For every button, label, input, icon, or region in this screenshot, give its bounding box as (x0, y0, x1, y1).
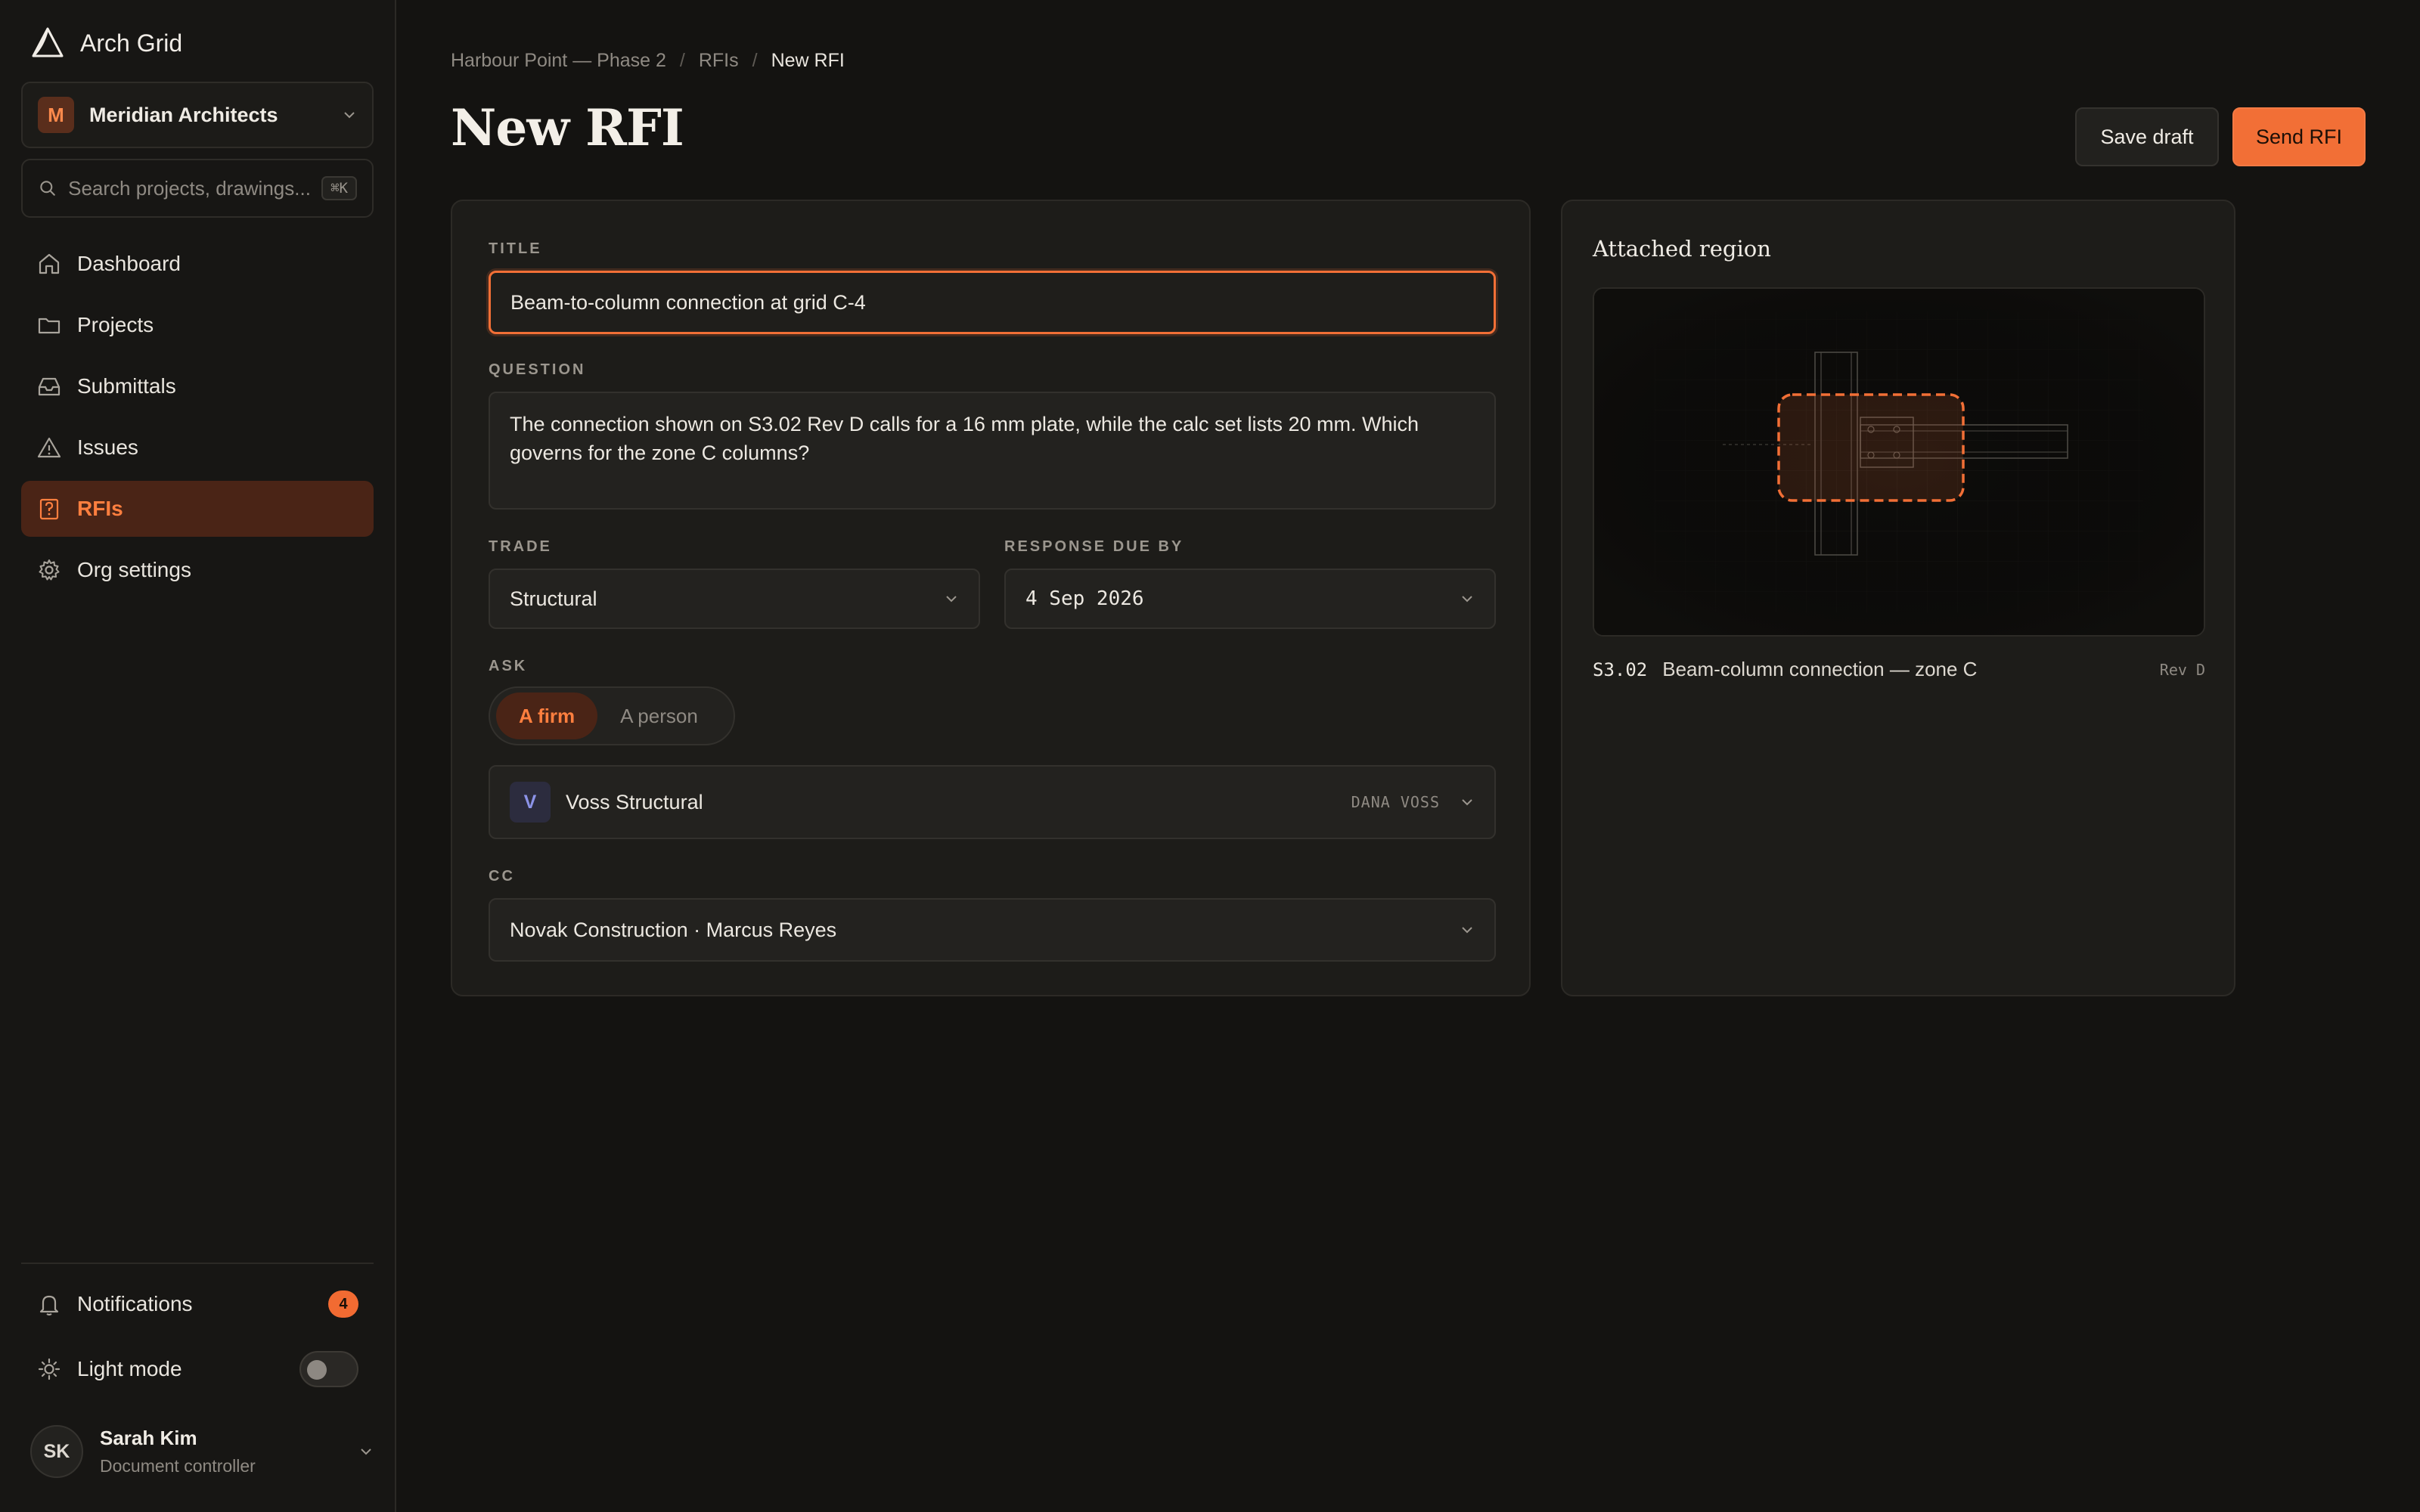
attachment-description: Beam-column connection — zone C (1662, 658, 1978, 680)
breadcrumb-rfis[interactable]: RFIs (699, 50, 739, 72)
user-info: Sarah Kim Document controller (100, 1427, 358, 1476)
bell-icon (39, 1295, 59, 1316)
chevron-down-icon (1462, 927, 1472, 934)
drawing-preview[interactable] (1593, 287, 2205, 637)
title-label: TITLE (489, 240, 542, 257)
chevron-down-icon (361, 1448, 371, 1455)
question-textarea[interactable]: The connection shown on S3.02 Rev D call… (489, 392, 1496, 510)
nav-item-projects[interactable]: Projects (21, 297, 374, 353)
title-value: Beam-to-column connection at grid C-4 (510, 290, 866, 314)
nav-label: Submittals (77, 374, 176, 398)
nav-item-dashboard[interactable]: Dashboard (21, 236, 374, 292)
save-draft-button[interactable]: Save draft (2075, 107, 2219, 166)
question-value: The connection shown on S3.02 Rev D call… (510, 413, 1419, 464)
breadcrumb-current: New RFI (771, 50, 845, 71)
nav-item-rfis[interactable]: RFIs (21, 481, 374, 537)
ask-option-firm[interactable]: A firm (496, 692, 598, 739)
nav-label: Projects (77, 313, 154, 336)
chevron-down-icon (1462, 799, 1472, 806)
trade-value: Structural (510, 587, 597, 610)
breadcrumb-separator: / (752, 50, 758, 71)
trade-label: TRADE (489, 538, 552, 555)
search-shortcut: ⌘K (321, 176, 357, 200)
main-nav: Dashboard Projects Submittals Issues RFI… (21, 236, 374, 603)
nav-item-issues[interactable]: Issues (21, 420, 374, 476)
chevron-down-icon (344, 112, 355, 119)
breadcrumb-separator: / (679, 50, 685, 71)
org-avatar: M (38, 97, 74, 133)
app-name: Arch Grid (80, 29, 183, 57)
inbox-icon (38, 377, 60, 396)
firm-avatar: V (510, 782, 551, 823)
search-box[interactable]: ⌘K (21, 159, 374, 218)
rfi-form-card: TITLE Beam-to-column connection at grid … (451, 200, 1531, 996)
arch-grid-logo-icon (32, 27, 64, 57)
avatar: SK (30, 1425, 83, 1478)
ask-label: ASK (489, 658, 528, 674)
title-input[interactable]: Beam-to-column connection at grid C-4 (489, 271, 1496, 334)
attached-region-title: Attached region (1593, 236, 1771, 262)
notifications-count-badge: 4 (328, 1290, 358, 1318)
user-role: Document controller (100, 1456, 256, 1476)
org-switcher[interactable]: M Meridian Architects (21, 82, 374, 148)
light-mode-item: Light mode (21, 1343, 374, 1396)
notifications-label: Notifications (77, 1292, 193, 1315)
ask-option-person[interactable]: A person (597, 692, 721, 739)
user-menu[interactable]: SK Sarah Kim Document controller (30, 1421, 374, 1482)
org-name: Meridian Architects (89, 103, 278, 126)
breadcrumb-project[interactable]: Harbour Point — Phase 2 (451, 50, 666, 72)
question-label: QUESTION (489, 361, 586, 378)
nav-label: Issues (77, 435, 138, 459)
ask-segmented-control: A firm A person (489, 686, 735, 745)
firm-select[interactable]: V Voss Structural DANA VOSS (489, 765, 1496, 839)
sidebar-divider (21, 1263, 374, 1264)
cc-label: CC (489, 868, 515, 885)
search-icon (40, 181, 55, 196)
brand[interactable]: Arch Grid (30, 24, 182, 62)
send-rfi-button[interactable]: Send RFI (2232, 107, 2366, 166)
sidebar: Arch Grid M Meridian Architects ⌘K Dashb… (0, 0, 396, 1512)
cc-select[interactable]: Novak Construction · Marcus Reyes (489, 898, 1496, 962)
page-title: New RFI (451, 98, 684, 157)
nav-item-submittals[interactable]: Submittals (21, 358, 374, 414)
user-name: Sarah Kim (100, 1427, 197, 1449)
notifications-item[interactable]: Notifications 4 (21, 1278, 374, 1331)
nav-item-org-settings[interactable]: Org settings (21, 542, 374, 598)
drawing-region-image (1594, 289, 2204, 635)
nav-label: RFIs (77, 497, 123, 520)
chevron-down-icon (1462, 596, 1472, 603)
firm-contact: DANA VOSS (1351, 793, 1440, 811)
nav-label: Org settings (77, 558, 191, 581)
chevron-down-icon (946, 596, 957, 603)
toggle-knob (307, 1360, 327, 1380)
search-input[interactable] (68, 176, 322, 200)
question-icon (39, 498, 59, 520)
due-date-value: 4 Sep 2026 (1025, 587, 1144, 610)
attachment-caption: S3.02 Beam-column connection — zone C Re… (1593, 658, 2205, 681)
due-date-select[interactable]: 4 Sep 2026 (1004, 569, 1496, 629)
light-mode-toggle[interactable] (299, 1351, 358, 1387)
revision-label: Rev D (2159, 660, 2205, 679)
gear-icon (39, 559, 60, 581)
cc-value: Novak Construction · Marcus Reyes (510, 918, 837, 941)
sun-icon (38, 1358, 60, 1380)
folder-icon (38, 318, 60, 334)
attached-region-card: Attached region S3.02 Beam-column connec… (1561, 200, 2235, 996)
warning-icon (37, 437, 61, 458)
breadcrumb: Harbour Point — Phase 2 / RFIs / New RFI (451, 50, 845, 72)
sheet-number: S3.02 (1593, 658, 1648, 680)
home-icon (39, 253, 60, 274)
firm-name: Voss Structural (566, 790, 703, 813)
light-mode-label: Light mode (77, 1357, 182, 1380)
trade-select[interactable]: Structural (489, 569, 980, 629)
due-label: RESPONSE DUE BY (1004, 538, 1184, 555)
nav-label: Dashboard (77, 252, 181, 275)
